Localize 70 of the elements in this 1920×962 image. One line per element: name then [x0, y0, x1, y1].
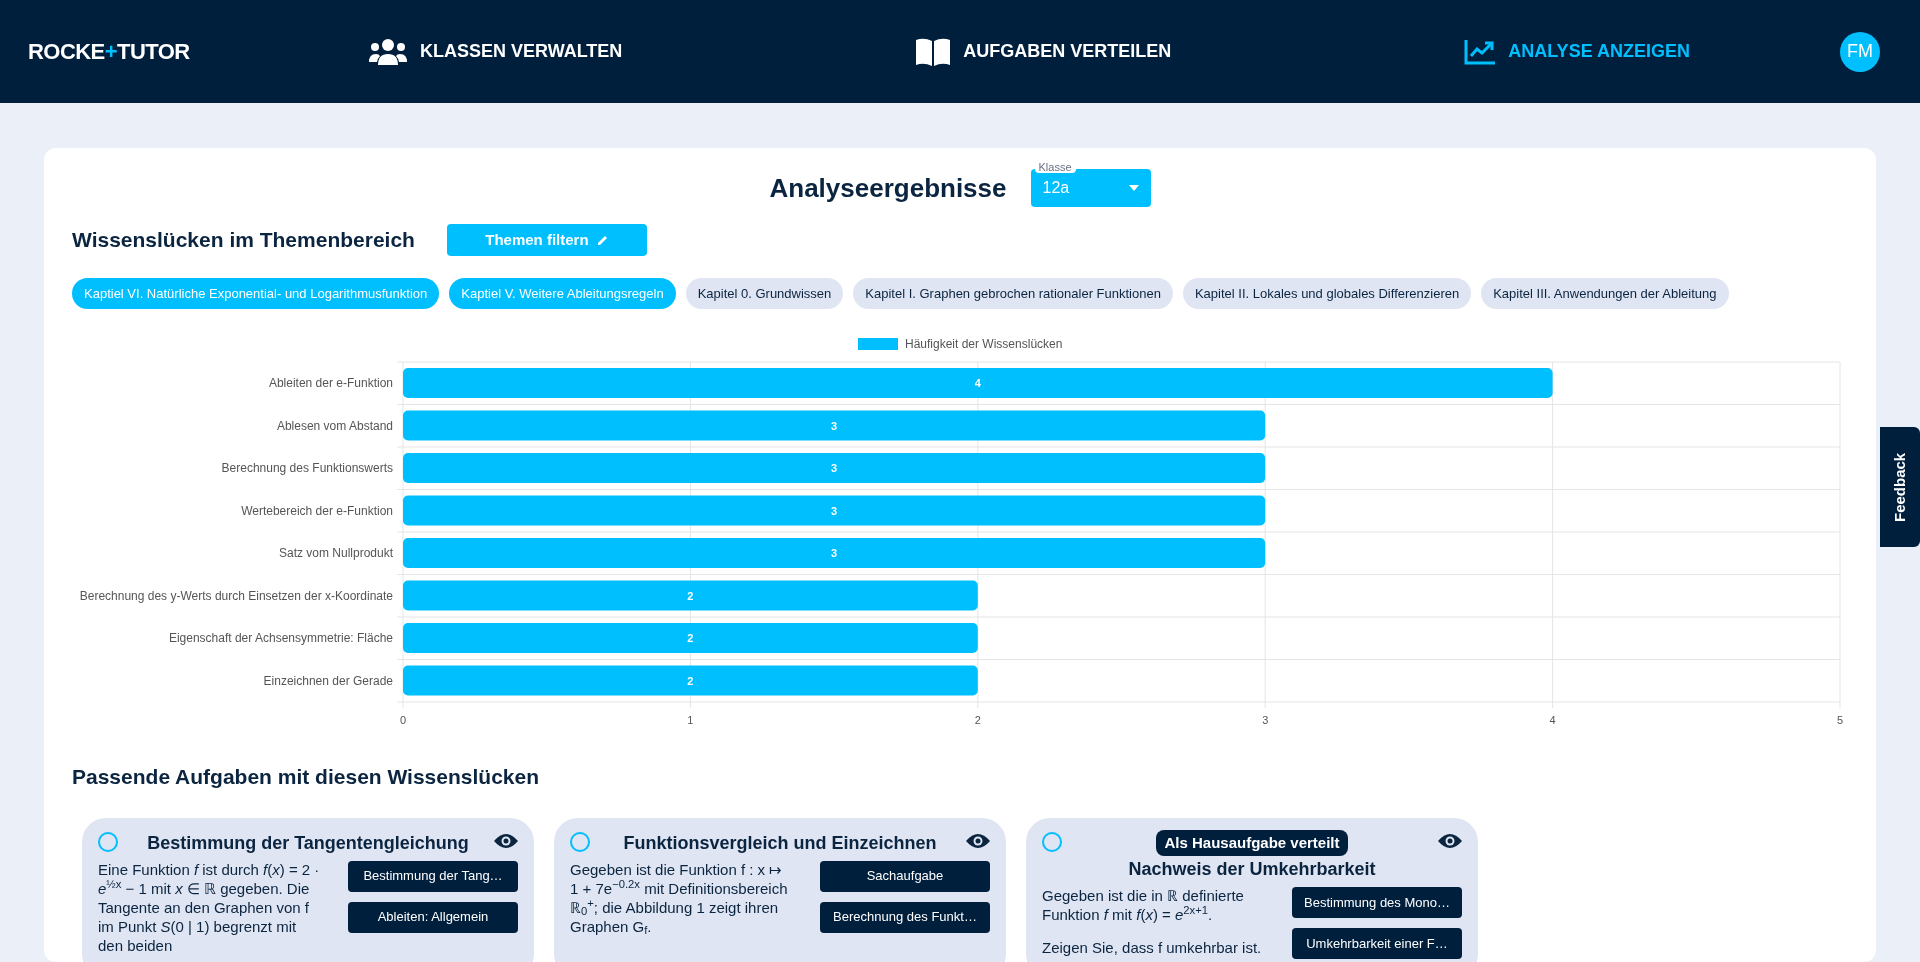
nav-link[interactable]: ANALYSE ANZEIGEN [1464, 38, 1690, 65]
card-title: Nachweis der Umkehrbarkeit [1128, 858, 1376, 881]
task-text: Zeigen Sie, dass f umkehrbar ist. [1042, 938, 1263, 957]
topic-tag-button[interactable]: Berechnung des Funkt… [820, 901, 990, 933]
section-title: Passende Aufgaben mit diesen Wissenslücken [72, 764, 540, 790]
eye-icon[interactable] [494, 832, 518, 849]
bar-value: 3 [831, 504, 838, 517]
logo[interactable]: ROCKE+TUTOR [28, 35, 368, 68]
axis-tick-label: 0 [399, 714, 407, 726]
card-title: Funktionsvergleich und Einzeichnen [623, 831, 937, 855]
bar[interactable] [403, 580, 978, 611]
topic-chip[interactable]: Kapitel I. Graphen gebrochen rationaler Funktionen [853, 278, 1173, 309]
bar[interactable] [403, 410, 1266, 441]
category-label: Einzeichnen der Gerade [263, 673, 393, 688]
bar[interactable] [403, 665, 978, 696]
topic-tag-button[interactable]: Bestimmung der Tang… [348, 860, 518, 892]
bar-value: 3 [831, 419, 838, 432]
eye-icon[interactable] [966, 832, 990, 849]
topic-chip[interactable]: Kapitel II. Lokales und globales Differenzieren [1182, 278, 1472, 309]
bar[interactable] [403, 538, 1266, 568]
category-label: Satz vom Nullprodukt [278, 546, 393, 560]
radio-button[interactable] [570, 831, 590, 852]
topic-tag-button[interactable]: Bestimmung des Mono… [1292, 887, 1462, 918]
bar-value: 2 [687, 589, 694, 602]
bar[interactable] [403, 623, 978, 653]
task-text: Gegeben ist die Funktion f : x ↦ 1 + 7e$^{−0.2x}$ mit Definitionsbereich ℝ$_{0}$$^{+}$; die Abbildung 1 zeigt ihren Graphen G$_{f}$. [570, 859, 789, 936]
eye-icon[interactable] [1438, 832, 1462, 849]
bar-value: 2 [687, 632, 694, 644]
category-label: Eigenschaft der Achsensymmetrie: Fläche [168, 631, 393, 645]
topic-tag-button[interactable]: Sachaufgabe [820, 860, 990, 892]
book-icon [915, 36, 952, 67]
topic-chip[interactable]: Kapitel III. Anwendungen der Ableitung [1481, 278, 1729, 309]
axis-tick-label: 3 [1262, 714, 1269, 726]
homework-badge: Als Hausaufgabe verteilt [1156, 829, 1348, 856]
chart-icon [1464, 38, 1497, 65]
bar-value: 3 [831, 462, 838, 474]
bar-value: 3 [831, 547, 838, 559]
topic-chip[interactable]: Kapitel 0. Grundwissen [685, 278, 844, 309]
axis-tick-label: 4 [1549, 714, 1556, 726]
task-text: Gegeben ist die in ℝ definierte Funktion f mit f(x) = e$^{2x+1}$. [1042, 886, 1245, 924]
pencil-icon [596, 234, 609, 246]
radio-button[interactable] [98, 831, 118, 852]
axis-tick-label: 2 [974, 714, 981, 726]
legend-label: Häufigkeit der Wissenslücken [905, 337, 1063, 351]
page-title: Analyseergebnisse [769, 171, 1007, 205]
task-text: Eine Funktion f ist durch f(x) = 2 · e$^{½x}$ − 1 mit x ∈ ℝ gegeben. Die Tangente an den Graphen von f im Punkt S(0 | 1) begrenzt mit den beiden [98, 859, 320, 955]
topic-tag-button[interactable]: Umkehrbarkeit einer F… [1292, 928, 1462, 959]
category-label: Berechnung des y-Werts durch Einsetzen der x-Koordinate [79, 588, 393, 603]
category-label: Ableiten der e-Funktion [268, 376, 393, 390]
bar[interactable] [403, 495, 1266, 526]
axis-tick-label: 1 [687, 714, 694, 726]
category-label: Berechnung des Funktionswerts [221, 461, 393, 475]
caret-icon [1128, 185, 1139, 191]
legend-swatch [858, 338, 898, 350]
nav-link[interactable]: AUFGABEN VERTEILEN [915, 36, 1172, 67]
card-title: Bestimmung der Tangentengleichung [147, 831, 469, 855]
bar[interactable] [403, 368, 1553, 398]
select-label: Klasse [1034, 162, 1076, 173]
topic-tag-button[interactable]: Ableiten: Allgemein [348, 901, 518, 933]
feedback-tab[interactable]: Feedback [1880, 427, 1920, 547]
category-label: Ablesen vom Abstand [276, 418, 393, 433]
users-icon [368, 37, 408, 66]
category-label: Wertebereich der e-Funktion [241, 503, 393, 518]
bar-value: 2 [687, 674, 694, 687]
radio-button[interactable] [1042, 831, 1062, 852]
bar-value: 4 [974, 377, 981, 389]
nav-link[interactable]: KLASSEN VERWALTEN [368, 37, 623, 66]
section-title: Wissenslücken im Themenbereich [72, 227, 415, 254]
axis-tick-label: 5 [1836, 714, 1844, 726]
bar[interactable] [403, 453, 1266, 483]
